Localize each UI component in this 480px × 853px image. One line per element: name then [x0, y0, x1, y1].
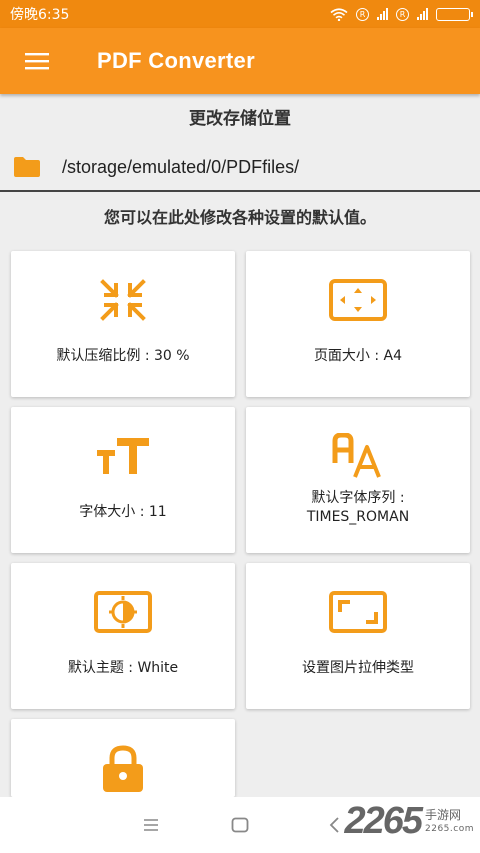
font-size-icon [97, 438, 149, 474]
setting-label-theme: 默认主题 : White [67, 660, 179, 676]
roaming-icon-2: R [396, 7, 409, 21]
setting-label-font-family-line1: 默认字体序列 : [311, 490, 405, 506]
status-time: 傍晚6:35 [10, 7, 70, 23]
status-bar: 傍晚6:35 R R [0, 0, 480, 28]
divider [0, 190, 480, 192]
hamburger-menu-icon [25, 53, 49, 70]
page-size-icon [329, 279, 387, 321]
compress-icon [100, 279, 146, 321]
signal-icon [377, 8, 388, 20]
setting-label-compression: 默认压缩比例 : 30 % [56, 348, 190, 364]
back-chevron-icon [329, 817, 339, 833]
setting-card-password[interactable] [11, 719, 235, 797]
font-family-icon [332, 433, 381, 478]
menu-lines-icon [144, 819, 158, 831]
watermark-text-cn: 手游网 [425, 807, 462, 822]
setting-card-compression[interactable]: 默认压缩比例 : 30 % [11, 251, 235, 397]
settings-hint: 您可以在此处修改各种设置的默认值。 [103, 208, 376, 227]
setting-label-page-size: 页面大小 : A4 [313, 348, 403, 364]
setting-card-font-size[interactable]: 字体大小 : 11 [11, 407, 235, 553]
storage-path: /storage/emulated/0/PDFfiles/ [62, 156, 300, 177]
battery-icon [436, 7, 473, 21]
status-icons: R R [330, 7, 473, 21]
setting-label-font-size: 字体大小 : 11 [79, 504, 167, 520]
image-scale-icon [329, 591, 387, 633]
setting-label-font-family-line2: TIMES_ROMAN [306, 509, 410, 525]
app-title: PDF Converter [97, 48, 255, 73]
setting-card-page-size[interactable]: 页面大小 : A4 [246, 251, 470, 397]
setting-card-image-scale[interactable]: 设置图片拉伸类型 [246, 563, 470, 709]
menu-button[interactable] [0, 28, 74, 94]
wifi-icon [330, 7, 348, 21]
roaming-icon: R [356, 7, 369, 21]
menu-nav-button[interactable] [137, 811, 165, 839]
storage-heading: 更改存储位置 [189, 109, 291, 129]
folder-icon [14, 157, 40, 177]
setting-card-theme[interactable]: 默认主题 : White [11, 563, 235, 709]
lock-icon [103, 745, 143, 792]
watermark-logo: 2265 手游网 2265.com [344, 800, 474, 843]
watermark-number: 2265 [344, 800, 423, 842]
setting-label-image-scale: 设置图片拉伸类型 [302, 660, 414, 676]
watermark-text: 手游网 2265.com [425, 808, 474, 836]
home-square-icon [231, 817, 249, 833]
setting-card-font-family[interactable]: 默认字体序列 : TIMES_ROMAN [246, 407, 470, 553]
theme-icon [94, 591, 152, 633]
setting-label-font-family: 默认字体序列 : TIMES_ROMAN [307, 489, 409, 527]
watermark-text-en: 2265.com [425, 823, 474, 834]
storage-location-row[interactable]: /storage/emulated/0/PDFfiles/ [0, 145, 480, 189]
app-bar: PDF Converter [0, 28, 480, 94]
home-nav-button[interactable] [226, 811, 254, 839]
signal-icon-2 [417, 8, 428, 20]
